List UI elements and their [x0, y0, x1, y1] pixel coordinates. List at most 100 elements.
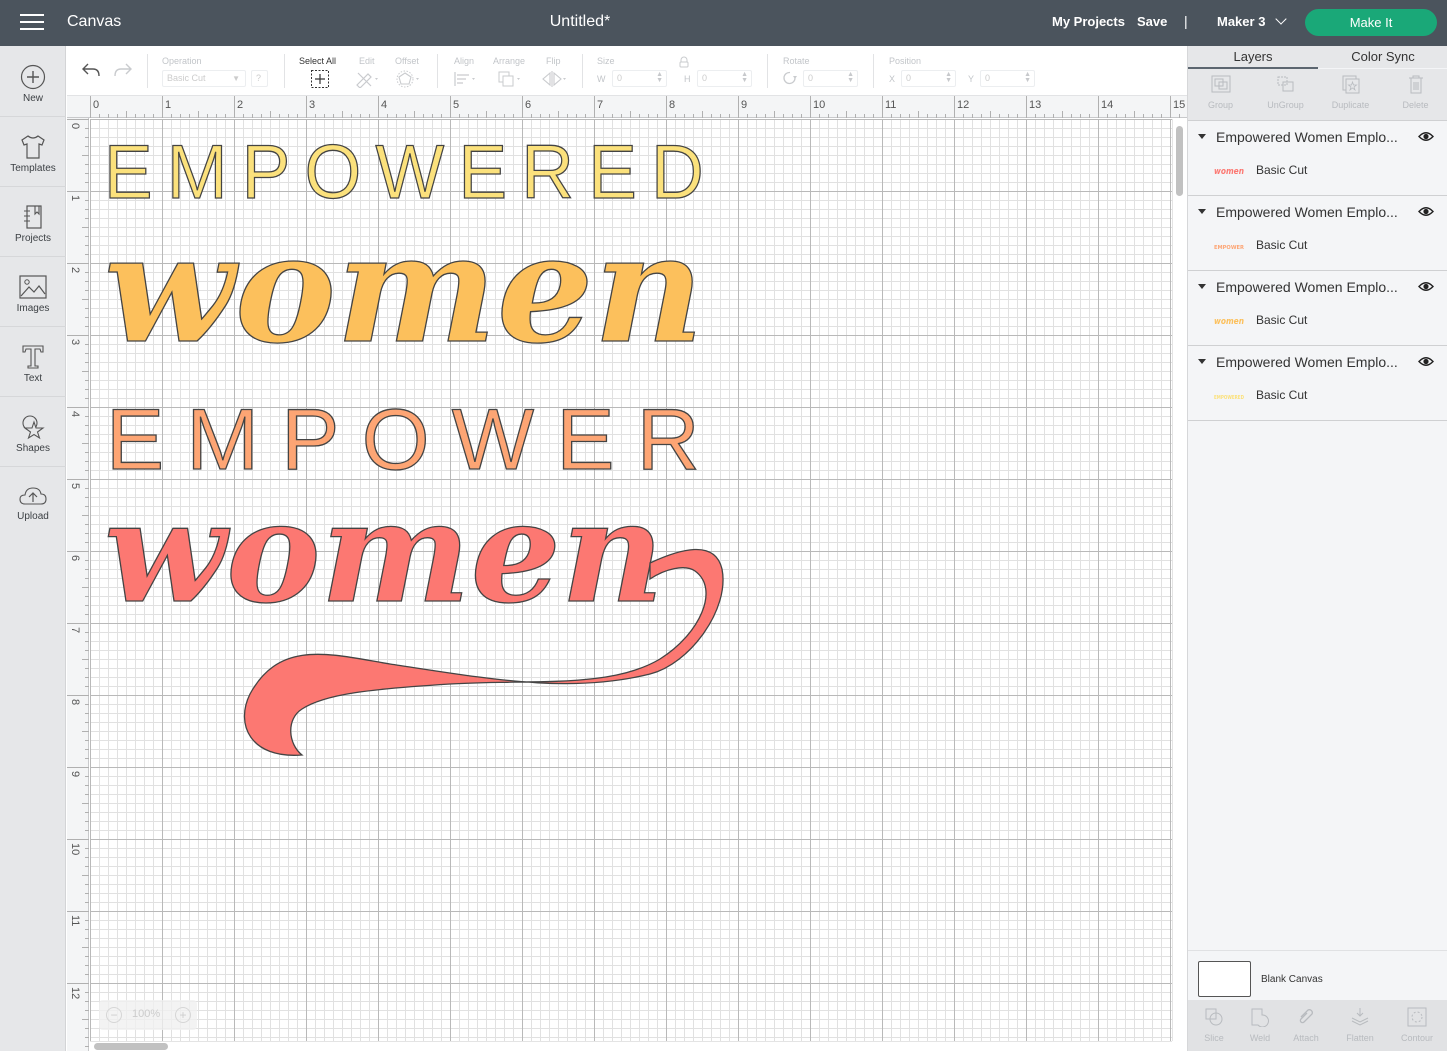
ruler-minor-tick: [85, 866, 89, 867]
offset-icon[interactable]: [396, 70, 422, 88]
document-title[interactable]: Untitled*: [0, 13, 1160, 31]
save-link[interactable]: Save: [1137, 14, 1167, 29]
ruler-major-tick: [67, 407, 89, 408]
layer-name: Empowered Women Emplo...: [1216, 354, 1398, 370]
ruler-major-tick: [306, 96, 307, 118]
operation-help-button[interactable]: ?: [251, 70, 268, 87]
nav-upload[interactable]: Upload: [0, 484, 66, 554]
layer-header[interactable]: Empowered Women Emplo...: [1188, 196, 1447, 226]
horizontal-scrollbar[interactable]: [94, 1043, 168, 1050]
layer-sublayer[interactable]: EMPOWER Basic Cut: [1188, 231, 1447, 261]
tab-color-sync[interactable]: Color Sync: [1318, 49, 1447, 64]
height-input[interactable]: 0 ▲ ▼: [697, 70, 752, 87]
vertical-scrollbar[interactable]: [1176, 126, 1183, 196]
vertical-scrollbar-track[interactable]: [1172, 119, 1187, 1041]
women-coral-layer[interactable]: women: [103, 470, 664, 635]
spinner-icon[interactable]: ▲ ▼: [656, 71, 663, 84]
ruler-minor-tick: [85, 992, 89, 993]
layer-sublayer[interactable]: women Basic Cut: [1188, 306, 1447, 336]
layer-sublayer[interactable]: women Basic Cut: [1188, 156, 1447, 186]
layer-thumbnail: EMPOWERED: [1214, 395, 1244, 401]
ruler-major-tick: [954, 96, 955, 118]
operation-value: Basic Cut: [167, 73, 206, 83]
collapse-caret-icon[interactable]: [1198, 209, 1206, 214]
ruler-minor-tick: [85, 857, 89, 858]
spinner-icon[interactable]: ▲ ▼: [1024, 71, 1031, 84]
nav-shapes[interactable]: Shapes: [0, 414, 66, 484]
layer-header[interactable]: Empowered Women Emplo...: [1188, 271, 1447, 301]
ungroup-button[interactable]: UnGroup: [1253, 69, 1318, 121]
nav-new[interactable]: New: [0, 64, 66, 134]
height-label: H: [684, 74, 691, 84]
collapse-caret-icon[interactable]: [1198, 134, 1206, 139]
eye-icon[interactable]: [1418, 131, 1434, 142]
eye-icon[interactable]: [1418, 356, 1434, 367]
design-canvas[interactable]: EMPOWERED women EMPOWER women: [90, 119, 1172, 1041]
eye-icon[interactable]: [1418, 281, 1434, 292]
layer-header[interactable]: Empowered Women Emplo...: [1188, 346, 1447, 376]
spinner-icon[interactable]: ▲ ▼: [847, 71, 854, 84]
spinner-icon[interactable]: ▲ ▼: [945, 71, 952, 84]
layer-thumbnail: women: [1214, 167, 1244, 177]
ruler-minor-tick: [549, 114, 550, 118]
collapse-caret-icon[interactable]: [1198, 359, 1206, 364]
edit-icon[interactable]: [355, 70, 381, 88]
tshirt-icon: [21, 135, 45, 159]
women-orange-layer[interactable]: women: [103, 200, 704, 377]
attach-button[interactable]: Attach: [1280, 1000, 1332, 1051]
blank-canvas-swatch[interactable]: [1198, 961, 1251, 997]
duplicate-button[interactable]: Duplicate: [1318, 69, 1383, 121]
flip-icon[interactable]: [541, 70, 569, 88]
canvas-artwork: EMPOWERED women EMPOWER women: [103, 129, 724, 756]
ruler-minor-tick: [85, 290, 89, 291]
group-button[interactable]: Group: [1188, 69, 1253, 121]
y-input[interactable]: 0 ▲ ▼: [980, 70, 1035, 87]
layer-thumbnail: women: [1214, 317, 1244, 327]
collapse-caret-icon[interactable]: [1198, 284, 1206, 289]
lock-icon[interactable]: [678, 56, 690, 68]
spinner-icon[interactable]: ▲ ▼: [741, 71, 748, 84]
align-icon[interactable]: [453, 70, 479, 88]
contour-button[interactable]: Contour: [1391, 1000, 1443, 1051]
nav-images[interactable]: Images: [0, 274, 66, 344]
tab-layers[interactable]: Layers: [1188, 49, 1318, 64]
ruler-minor-tick: [85, 1010, 89, 1011]
rotate-icon[interactable]: [782, 70, 798, 86]
layer-sublayer[interactable]: EMPOWERED Basic Cut: [1188, 381, 1447, 411]
ruler-minor-tick: [85, 200, 89, 201]
ruler-minor-tick: [567, 114, 568, 118]
horizontal-scrollbar-track[interactable]: [90, 1041, 1172, 1051]
x-input[interactable]: 0 ▲ ▼: [901, 70, 956, 87]
operation-select[interactable]: Basic Cut ▼: [162, 70, 246, 87]
divider: [873, 54, 874, 88]
delete-button[interactable]: Delete: [1383, 69, 1447, 121]
width-input[interactable]: 0 ▲ ▼: [612, 70, 667, 87]
make-it-button[interactable]: Make It: [1305, 9, 1437, 36]
rotate-input[interactable]: 0 ▲ ▼: [803, 70, 858, 87]
eye-icon[interactable]: [1418, 206, 1434, 217]
nav-projects[interactable]: Projects: [0, 204, 66, 274]
slice-button[interactable]: Slice: [1188, 1000, 1240, 1051]
ruler-minor-tick: [252, 114, 253, 118]
ruler-minor-tick: [729, 114, 730, 118]
ruler-minor-tick: [477, 114, 478, 118]
zoom-out-button[interactable]: −: [106, 1007, 122, 1023]
redo-icon[interactable]: [113, 62, 133, 78]
ruler-minor-tick: [486, 111, 487, 118]
undo-icon[interactable]: [81, 62, 101, 78]
nav-templates[interactable]: Templates: [0, 134, 66, 204]
flatten-button[interactable]: Flatten: [1334, 1000, 1386, 1051]
layer-header[interactable]: Empowered Women Emplo...: [1188, 121, 1447, 151]
ruler-minor-tick: [82, 947, 89, 948]
divider: [0, 466, 66, 467]
machine-selector[interactable]: Maker 3: [1217, 13, 1288, 29]
arrange-icon[interactable]: [497, 70, 525, 88]
my-projects-link[interactable]: My Projects: [1052, 14, 1125, 29]
select-all-icon[interactable]: [310, 69, 330, 89]
zoom-in-button[interactable]: +: [175, 1007, 191, 1023]
nav-text[interactable]: Text: [0, 344, 66, 414]
select-all-label: Select All: [299, 56, 337, 66]
ruler-left-number: 7: [69, 627, 81, 634]
weld-button[interactable]: Weld: [1234, 1000, 1286, 1051]
ruler-top-number: 5: [453, 99, 460, 111]
